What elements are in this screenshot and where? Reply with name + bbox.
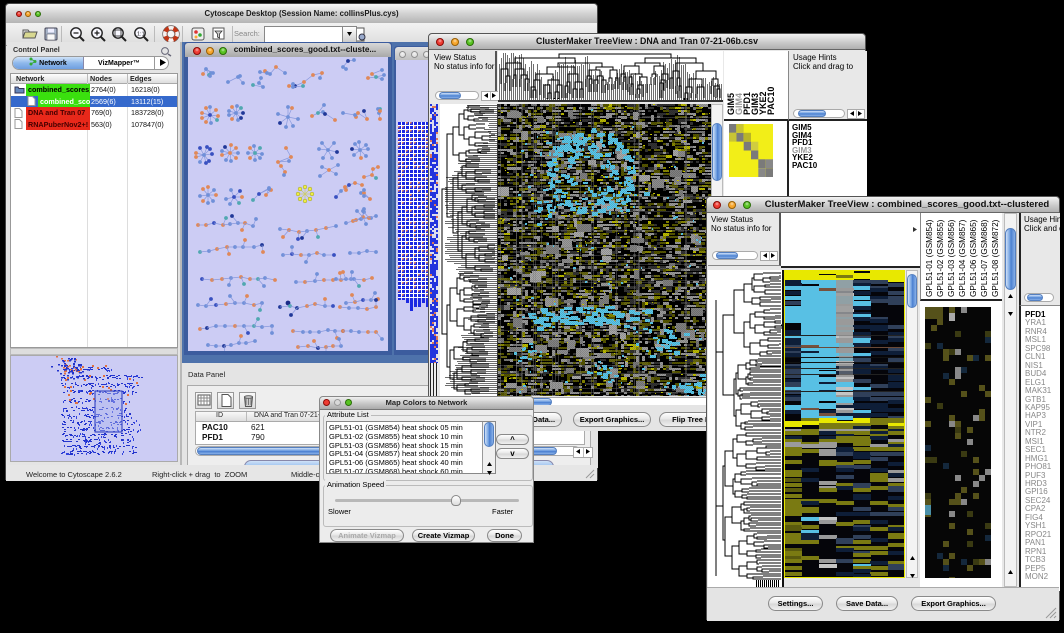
svg-text:1:1: 1:1 bbox=[137, 32, 145, 38]
svg-text:PAC10: PAC10 bbox=[766, 87, 776, 115]
